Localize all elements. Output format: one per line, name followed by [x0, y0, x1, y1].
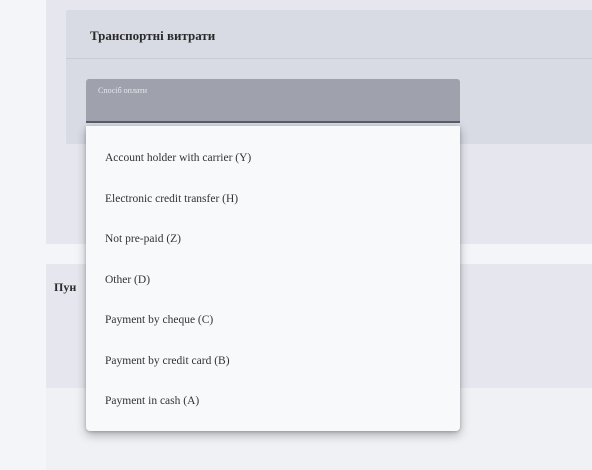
section-title: Транспортні витрати: [90, 28, 216, 43]
left-gutter: [0, 0, 46, 470]
option-electronic-credit-transfer[interactable]: Electronic credit transfer (H): [86, 179, 460, 220]
payment-method-label: Спосіб оплати: [98, 86, 148, 95]
second-panel-title: Пункти: [54, 280, 76, 294]
option-not-pre-paid[interactable]: Not pre-paid (Z): [86, 219, 460, 260]
payment-method-select[interactable]: Спосіб оплати: [86, 79, 460, 123]
section-header: Транспортні витрати: [66, 10, 592, 59]
payment-method-dropdown: Account holder with carrier (Y) Electron…: [86, 126, 460, 431]
option-payment-in-cash[interactable]: Payment in cash (A): [86, 381, 460, 422]
option-payment-by-cheque[interactable]: Payment by cheque (C): [86, 300, 460, 341]
option-payment-by-credit-card[interactable]: Payment by credit card (B): [86, 341, 460, 382]
transport-costs-section: Транспортні витрати: [66, 10, 592, 144]
option-other[interactable]: Other (D): [86, 260, 460, 301]
option-account-holder-with-carrier[interactable]: Account holder with carrier (Y): [86, 138, 460, 179]
